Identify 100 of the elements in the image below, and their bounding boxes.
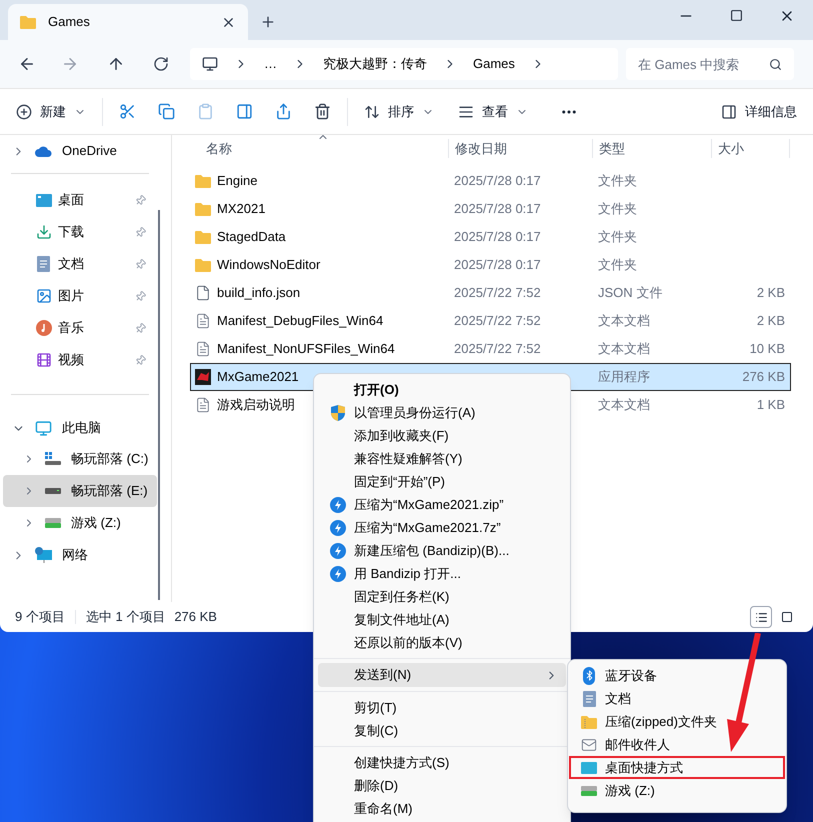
menu-item[interactable]: 压缩(zipped)文件夹 — [569, 710, 785, 733]
folder-icon — [195, 258, 211, 272]
maximize-icon[interactable] — [730, 9, 743, 22]
column-header[interactable]: 大小 — [711, 138, 790, 158]
type-cell: 文件夹 — [598, 229, 637, 244]
sidebar-item[interactable]: 文档 — [58, 254, 129, 274]
type-cell: 文本文档 — [598, 313, 650, 328]
sidebar-item[interactable]: 下载 — [58, 222, 129, 242]
menu-item[interactable]: 创建快捷方式(S) — [318, 751, 566, 774]
lightning-icon — [330, 496, 346, 512]
menu-item[interactable]: 压缩为“MxGame2021.zip” — [318, 493, 566, 516]
size-cell: 10 KB — [750, 341, 785, 356]
document-icon — [37, 256, 50, 272]
cloud-icon — [35, 146, 52, 156]
details-view-button[interactable] — [750, 606, 772, 628]
menu-item[interactable]: 新建压缩包 (Bandizip)(B)... — [318, 539, 566, 562]
type-cell: 文件夹 — [598, 257, 637, 272]
menu-item[interactable]: 复制(C) — [318, 719, 566, 742]
menu-item[interactable]: 还原以前的版本(V) — [318, 631, 566, 654]
menu-item[interactable]: 固定到任务栏(K) — [318, 585, 566, 608]
date-cell: 2025/7/22 7:52 — [454, 285, 541, 300]
sidebar-item[interactable]: 音乐 — [58, 318, 129, 338]
sort-icon — [364, 104, 380, 120]
size-cell: 1 KB — [756, 397, 785, 412]
menu-item[interactable]: 桌面快捷方式 — [569, 756, 785, 779]
up-icon[interactable] — [107, 55, 125, 73]
back-icon[interactable] — [18, 55, 36, 73]
size-cell: 2 KB — [756, 313, 785, 328]
picture-icon — [36, 288, 52, 304]
new-tab-icon[interactable] — [260, 14, 276, 30]
search-field[interactable]: 在 Games 中搜索 — [626, 48, 794, 80]
menu-item[interactable]: 重命名(M) — [318, 797, 566, 820]
plus-icon — [16, 104, 32, 120]
date-cell: 2025/7/28 0:17 — [454, 173, 541, 188]
bluetooth-icon — [583, 666, 595, 684]
details-button[interactable]: 详细信息 — [713, 96, 805, 128]
menu-item[interactable]: 游戏 (Z:) — [569, 779, 785, 802]
file-name[interactable]: Engine — [217, 171, 258, 191]
sidebar-item[interactable]: 网络 — [62, 545, 88, 565]
sidebar-item[interactable]: 此电脑 — [0, 413, 160, 443]
menu-item[interactable]: 剪切(T) — [318, 696, 566, 719]
lightning-icon — [330, 520, 346, 536]
sidebar-item[interactable]: 图片 — [58, 286, 129, 306]
menu-item[interactable]: 以管理员身份运行(A) — [318, 401, 566, 424]
lightning-icon — [330, 566, 346, 582]
column-header[interactable]: 修改日期 — [448, 138, 592, 158]
menu-item[interactable]: 邮件收件人 — [569, 733, 785, 756]
file-name[interactable]: 游戏启动说明 — [217, 395, 295, 415]
delete-icon[interactable] — [314, 103, 331, 120]
menu-item[interactable]: 打开(O) — [318, 378, 566, 401]
menu-item[interactable]: 固定到“开始”(P) — [318, 470, 566, 493]
date-cell: 2025/7/28 0:17 — [454, 201, 541, 216]
menu-item[interactable]: 删除(D) — [318, 774, 566, 797]
type-cell: 应用程序 — [598, 369, 650, 384]
copy-icon[interactable] — [158, 103, 175, 120]
lightning-icon — [330, 542, 346, 558]
lines-icon — [458, 104, 474, 120]
address-bar[interactable]: … 究极大越野：传奇 Games — [190, 48, 618, 80]
share-icon[interactable] — [275, 103, 292, 120]
search-icon — [769, 58, 782, 71]
new-button[interactable]: 新建 — [8, 96, 94, 128]
column-header[interactable]: 类型 — [592, 138, 711, 158]
file-name[interactable]: Manifest_NonUFSFiles_Win64 — [217, 339, 395, 359]
file-name[interactable]: build_info.json — [217, 283, 300, 303]
menu-item[interactable]: 添加到收藏夹(F) — [318, 424, 566, 447]
menu-item[interactable]: 蓝牙设备 — [569, 664, 785, 687]
text-file-icon — [195, 397, 211, 413]
menu-item[interactable]: 用 Bandizip 打开... — [318, 562, 566, 585]
menu-item[interactable]: 压缩为“MxGame2021.7z” — [318, 516, 566, 539]
breadcrumb[interactable]: Games — [473, 54, 515, 74]
sort-button[interactable]: 排序 — [356, 96, 442, 128]
file-name[interactable]: WindowsNoEditor — [217, 255, 320, 275]
sidebar-item[interactable]: 桌面 — [58, 190, 129, 210]
computer-icon — [202, 56, 218, 72]
app-icon — [195, 369, 211, 385]
file-name[interactable]: MX2021 — [217, 199, 266, 219]
view-button[interactable]: 查看 — [450, 96, 536, 128]
drive-item[interactable]: 游戏 (Z:) — [3, 507, 157, 539]
sidebar-item[interactable]: OneDrive — [62, 141, 117, 161]
sidebar-item[interactable]: 视频 — [58, 350, 129, 370]
menu-item[interactable]: 复制文件地址(A) — [318, 608, 566, 631]
breadcrumb[interactable]: 究极大越野：传奇 — [323, 54, 427, 74]
file-name[interactable]: Manifest_DebugFiles_Win64 — [217, 311, 384, 331]
breadcrumb[interactable]: … — [264, 54, 277, 74]
file-name[interactable]: MxGame2021 — [217, 367, 299, 387]
date-cell: 2025/7/22 7:52 — [454, 313, 541, 328]
cut-icon[interactable] — [119, 103, 136, 120]
menu-item[interactable]: 文档 — [569, 687, 785, 710]
drive-item[interactable]: 畅玩部落 (C:) — [3, 443, 157, 475]
type-cell: 文件夹 — [598, 173, 637, 188]
column-header[interactable]: 名称 — [190, 138, 448, 158]
file-name[interactable]: StagedData — [217, 227, 286, 247]
drive-item[interactable]: 畅玩部落 (E:) — [3, 475, 157, 507]
menu-item[interactable]: 发送到(N) — [318, 663, 566, 687]
refresh-icon[interactable] — [153, 56, 169, 72]
scrollbar[interactable] — [158, 210, 160, 600]
type-cell: 文本文档 — [598, 397, 650, 412]
tab[interactable]: Games — [8, 4, 248, 40]
folder-icon — [20, 15, 36, 29]
menu-item[interactable]: 兼容性疑难解答(Y) — [318, 447, 566, 470]
